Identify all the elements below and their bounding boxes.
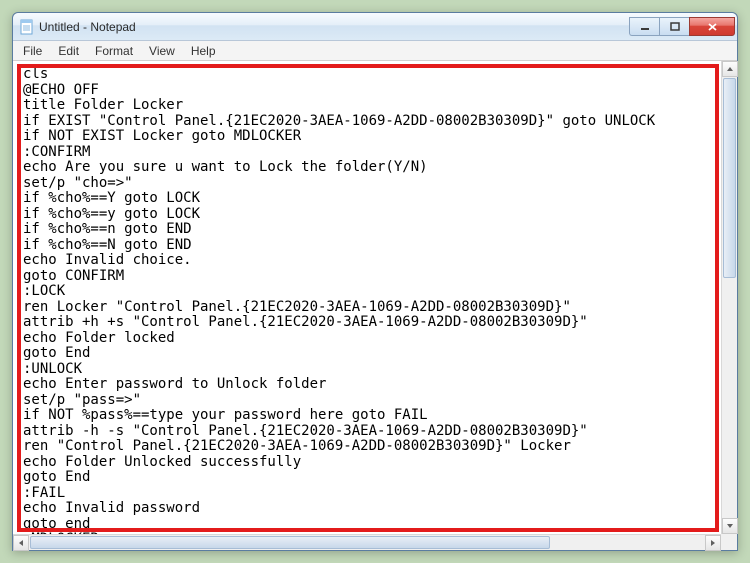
text-editor[interactable]: cls @ECHO OFF title Folder Locker if EXI… <box>13 61 737 550</box>
menu-view[interactable]: View <box>141 42 183 60</box>
vertical-scrollbar[interactable] <box>721 61 737 534</box>
notepad-window: Untitled - Notepad File Edit Format View… <box>12 12 738 551</box>
window-title: Untitled - Notepad <box>39 20 629 34</box>
window-controls <box>629 17 735 36</box>
horizontal-scrollbar[interactable] <box>13 534 721 550</box>
scroll-corner <box>721 534 737 550</box>
titlebar[interactable]: Untitled - Notepad <box>13 13 737 41</box>
scroll-right-button[interactable] <box>705 535 721 551</box>
minimize-button[interactable] <box>629 17 659 36</box>
menu-edit[interactable]: Edit <box>50 42 87 60</box>
menu-file[interactable]: File <box>15 42 50 60</box>
horizontal-scroll-thumb[interactable] <box>30 536 550 549</box>
notepad-icon <box>19 19 35 35</box>
editor-area: cls @ECHO OFF title Folder Locker if EXI… <box>13 61 737 550</box>
menu-help[interactable]: Help <box>183 42 224 60</box>
scroll-left-button[interactable] <box>13 535 29 551</box>
scroll-down-button[interactable] <box>722 518 738 534</box>
maximize-button[interactable] <box>659 17 689 36</box>
close-button[interactable] <box>689 17 735 36</box>
scroll-up-button[interactable] <box>722 61 738 77</box>
menubar: File Edit Format View Help <box>13 41 737 61</box>
vertical-scroll-thumb[interactable] <box>723 78 736 278</box>
menu-format[interactable]: Format <box>87 42 141 60</box>
